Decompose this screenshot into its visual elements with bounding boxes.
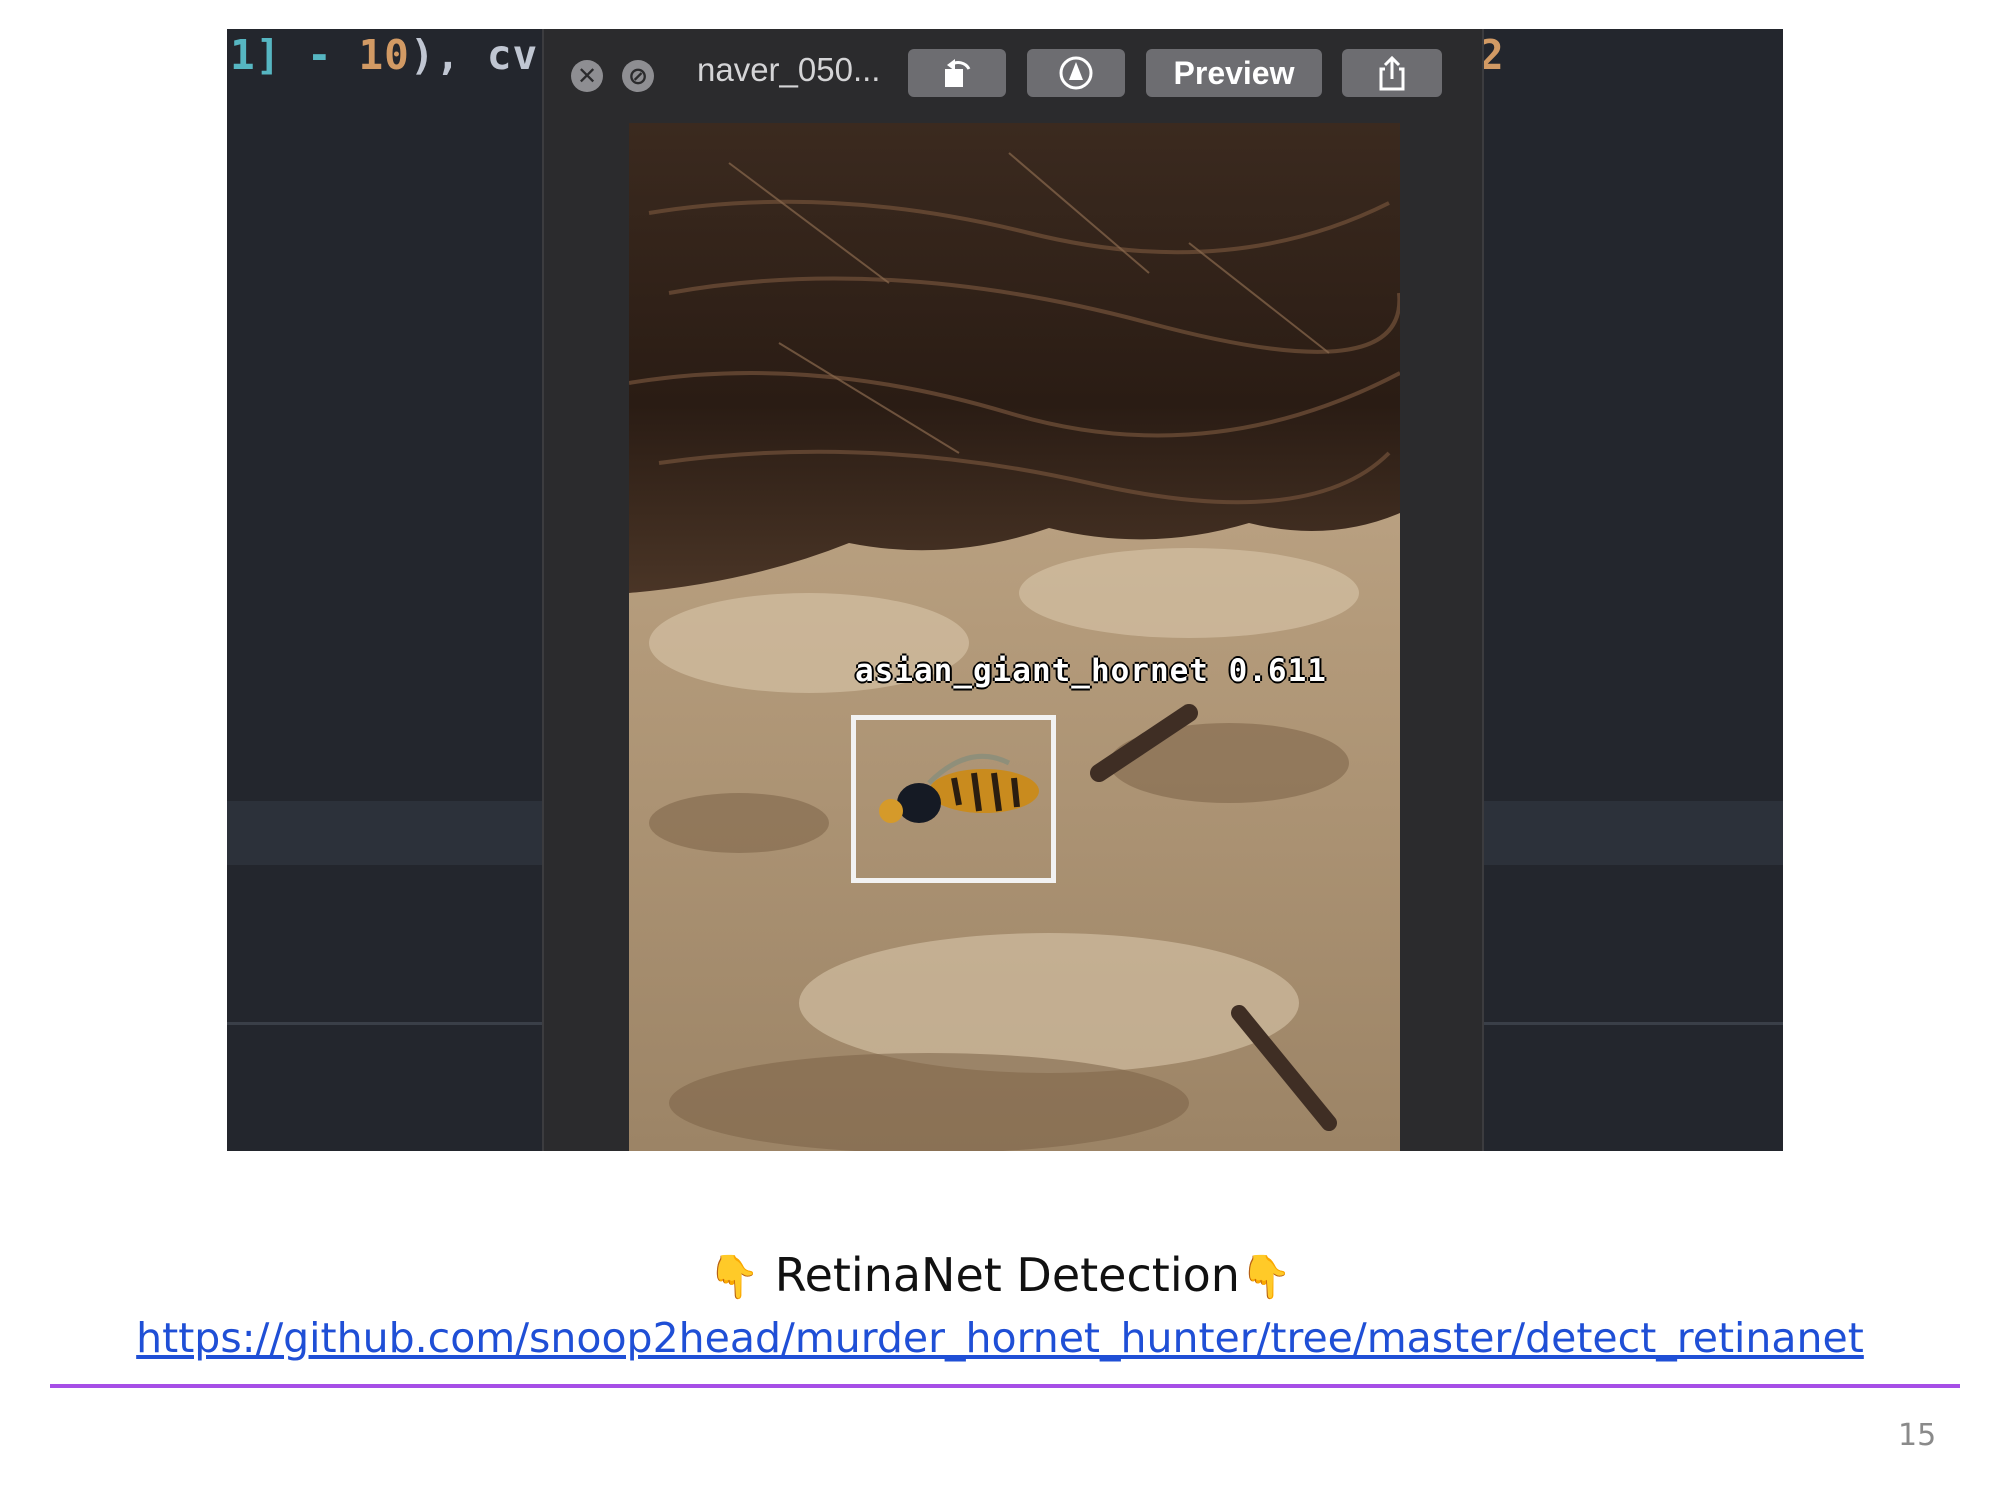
detection-result-photo: asian_giant_hornet 0.611: [629, 123, 1400, 1151]
markup-icon: [1059, 56, 1093, 90]
code-token: 1]: [230, 31, 282, 79]
detection-label: asian_giant_hornet 0.611: [855, 653, 1327, 689]
code-token: ), cv: [409, 31, 539, 79]
close-icon[interactable]: ✕: [571, 60, 603, 92]
code-editor-screenshot: 1] - 10), cv 2 ✕ ⊘ naver_050... Preview: [227, 29, 1783, 1151]
pointing-down-icon: 👇: [1239, 1252, 1293, 1301]
block-icon[interactable]: ⊘: [622, 60, 654, 92]
repository-link[interactable]: https://github.com/snoop2head/murder_hor…: [0, 1314, 2000, 1362]
file-title: naver_050...: [697, 51, 881, 88]
quicklook-preview-window: ✕ ⊘ naver_050... Preview asian_giant_hor…: [542, 29, 1484, 1151]
markup-button[interactable]: [1027, 49, 1125, 97]
share-button[interactable]: [1342, 49, 1442, 97]
hornet-nest-photo: [629, 123, 1400, 1151]
footer-rule: [50, 1384, 1960, 1388]
slide-caption: 👇 RetinaNet Detection👇: [0, 1248, 2000, 1302]
code-token: 10: [358, 31, 410, 79]
share-icon: [1379, 55, 1405, 91]
rotate-button[interactable]: [908, 49, 1006, 97]
code-line-fragment: 1] - 10), cv: [230, 31, 538, 79]
rotate-icon: [945, 59, 971, 87]
open-with-preview-button[interactable]: Preview: [1146, 49, 1322, 97]
bounding-box: [851, 715, 1056, 883]
caption-text: RetinaNet Detection: [774, 1248, 1240, 1302]
page-number: 15: [1898, 1418, 1937, 1453]
pointing-down-icon: 👇: [707, 1252, 761, 1301]
code-token: -: [281, 31, 359, 79]
window-titlebar: ✕ ⊘ naver_050... Preview: [544, 29, 1482, 125]
